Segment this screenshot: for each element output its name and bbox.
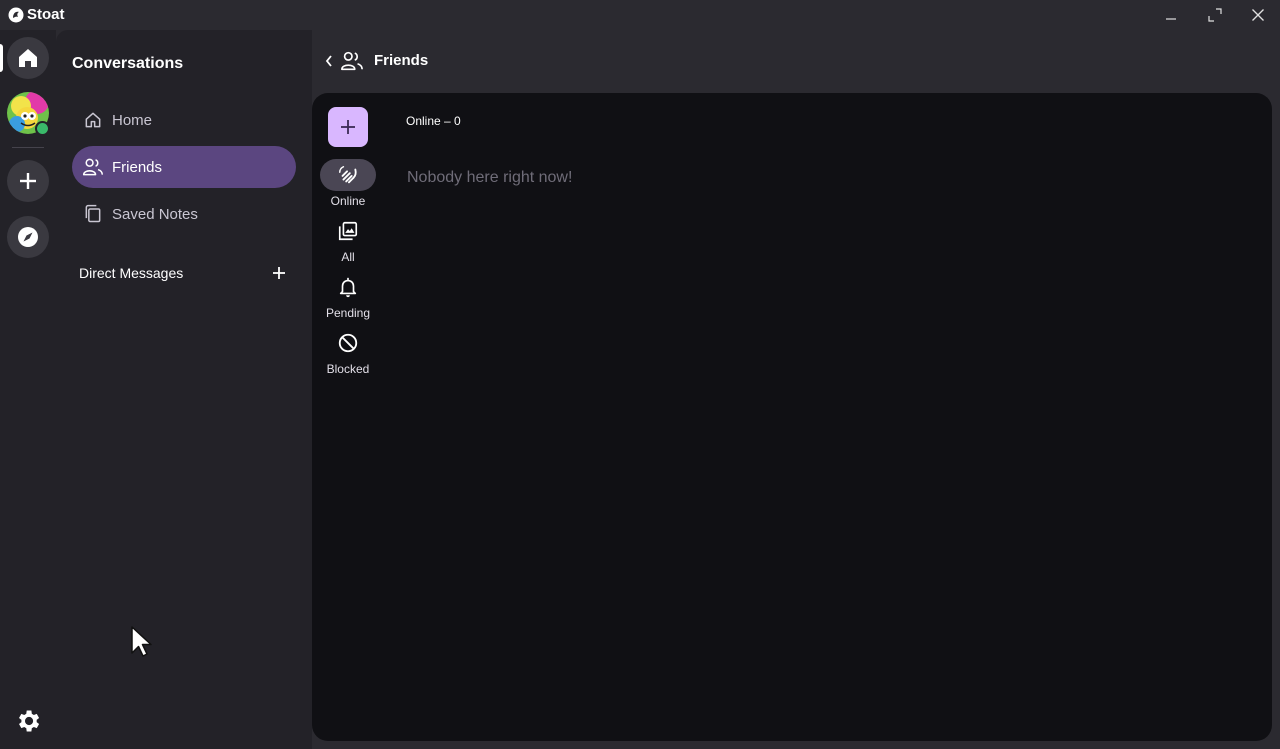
stoat-logo-icon [8,7,24,23]
sidebar-item-label: Home [112,111,153,129]
tab-label: Blocked [326,362,370,376]
maximize-icon [1208,8,1222,22]
tab-label: Pending [325,306,371,320]
tab-icon-container [320,215,376,247]
sidebar-item-home[interactable]: Home [72,99,296,141]
friends-panel: Online All Pending Blocked Online – 0 No… [312,93,1272,741]
home-server-button[interactable] [7,37,49,79]
tab-icon-container [320,271,376,303]
back-chevron-icon[interactable] [324,54,334,68]
library-icon [338,221,358,241]
minimize-icon [1166,18,1176,20]
bell-icon [339,277,357,298]
tab-online[interactable]: Online [316,159,380,208]
direct-messages-heading: Direct Messages [79,265,184,281]
empty-state-message: Nobody here right now! [407,169,573,186]
sidebar-item-friends[interactable]: Friends [72,146,296,188]
app-title: Stoat [27,6,65,23]
sidebar-item-label: Saved Notes [112,205,198,223]
compass-icon [18,227,38,247]
tab-blocked[interactable]: Blocked [316,327,380,376]
sidebar-title: Conversations [72,55,184,72]
minimize-button[interactable] [1156,4,1186,26]
gear-icon [19,710,40,732]
add-friend-button[interactable] [328,107,368,147]
friends-icon [82,156,104,178]
discover-button[interactable] [7,216,49,258]
tab-all[interactable]: All [316,215,380,264]
tab-icon-container [320,159,376,191]
block-icon [338,333,358,353]
active-indicator [0,44,3,72]
title-bar: Stoat [0,0,1280,30]
plus-icon [341,120,355,134]
tab-pending[interactable]: Pending [316,271,380,320]
rail-divider [12,147,44,148]
mouse-cursor-icon [131,626,152,657]
tab-icon-container [320,327,376,359]
new-dm-button[interactable] [270,264,288,282]
home-icon [19,49,37,67]
plus-icon [273,267,285,279]
home-icon [82,109,104,131]
sidebar-item-label: Friends [112,158,163,176]
maximize-button[interactable] [1200,4,1230,26]
close-button[interactable] [1243,4,1273,26]
sidebar-item-saved-notes[interactable]: Saved Notes [72,193,296,235]
close-icon [1252,9,1264,21]
online-status-dot [35,121,50,136]
page-header: Friends [312,30,1280,93]
friends-icon [341,51,363,71]
add-server-button[interactable] [7,160,49,202]
conversations-sidebar: Conversations Home Friends Saved Notes D… [56,30,312,749]
tab-label: All [341,250,355,264]
server-rail [0,30,56,749]
tab-label: Online [330,194,366,208]
settings-button[interactable] [11,704,45,738]
plus-icon [20,173,36,189]
wave-icon [339,166,357,184]
online-section-title: Online – 0 [406,114,461,128]
page-title: Friends [374,52,429,69]
notes-icon [82,203,104,225]
